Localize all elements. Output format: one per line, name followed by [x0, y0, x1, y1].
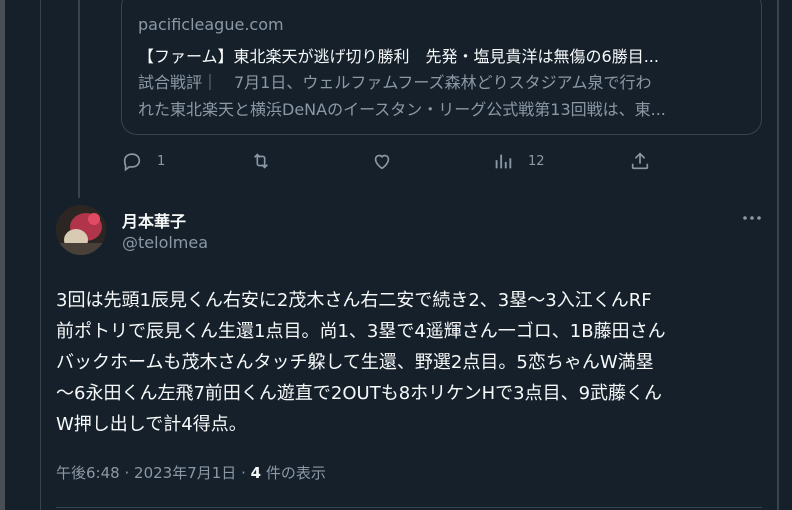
quote-label[interactable]: 件の表示: [266, 464, 326, 482]
avatar-image: [56, 205, 106, 255]
author-name[interactable]: 月本華子: [122, 208, 186, 232]
column-border: [40, 0, 41, 510]
tweet-date[interactable]: 2023年7月1日: [134, 464, 236, 482]
link-card-description: 試合戦評｜ 7月1日、ウェルファムフーズ森林どりスタジアム泉で行わ れた東北楽天…: [138, 69, 750, 123]
share-button[interactable]: [629, 150, 651, 172]
divider: [56, 507, 762, 508]
window-left-edge: [0, 0, 5, 510]
link-card-description-line: 試合戦評｜ 7月1日、ウェルファムフーズ森林どりスタジアム泉で行わ: [138, 73, 652, 92]
tweet-meta: 午後6:48 · 2023年7月1日 · 4 件の表示: [56, 462, 326, 483]
retweet-icon: [253, 153, 269, 169]
tweet-text-line: W押し出しで計4得点。: [56, 414, 247, 435]
reply-icon: [123, 153, 141, 172]
more-icon: [743, 216, 761, 220]
views-count: 12: [528, 153, 545, 169]
like-icon: [374, 154, 390, 170]
tweet-text-line: 〜6永田くん左飛7前田くん遊直で2OUTも8ホリケンHで3点目、9武藤くん: [56, 383, 663, 404]
tweet-time[interactable]: 午後6:48: [56, 464, 120, 482]
author-handle[interactable]: @telolmea: [122, 233, 208, 252]
tweet-text-line: 3回は先頭1辰見くん右安に2茂木さん右二安で続き2、3塁〜3入江くんRF: [56, 290, 652, 311]
avatar[interactable]: [56, 205, 106, 255]
share-icon: [631, 152, 649, 170]
quote-count[interactable]: 4: [251, 464, 261, 482]
views-icon: [495, 154, 512, 169]
retweet-button[interactable]: [250, 150, 286, 172]
more-button[interactable]: [740, 206, 764, 230]
link-card[interactable]: pacificleague.com 【ファーム】東北楽天が逃げ切り勝利 先発・塩…: [121, 0, 762, 135]
link-card-description-line: れた東北楽天と横浜DeNAのイースタン・リーグ公式戦第13回戦は、東...: [138, 100, 666, 119]
views-button[interactable]: 12: [492, 150, 545, 172]
like-button[interactable]: [371, 150, 407, 172]
meta-separator: ·: [241, 464, 246, 482]
tweet-actions: 1 12: [0, 150, 792, 180]
tweet-text: 3回は先頭1辰見くん右安に2茂木さん右二安で続き2、3塁〜3入江くんRF 前ポト…: [56, 285, 772, 440]
meta-separator: ·: [124, 464, 130, 482]
scrollbar-track[interactable]: [777, 0, 779, 510]
link-card-title: 【ファーム】東北楽天が逃げ切り勝利 先発・塩見貴洋は無傷の6勝目...: [138, 47, 659, 66]
reply-count: 1: [157, 153, 166, 169]
reply-button[interactable]: 1: [121, 150, 165, 172]
tweet-text-line: 前ポトリで辰見くん生還1点目。尚1、3塁で4遥輝さん一ゴロ、1B藤田さん: [56, 321, 666, 342]
tweet-text-line: バックホームも茂木さんタッチ躱して生還、野選2点目。5恋ちゃんW満塁: [56, 352, 654, 373]
link-card-domain: pacificleague.com: [138, 15, 284, 34]
